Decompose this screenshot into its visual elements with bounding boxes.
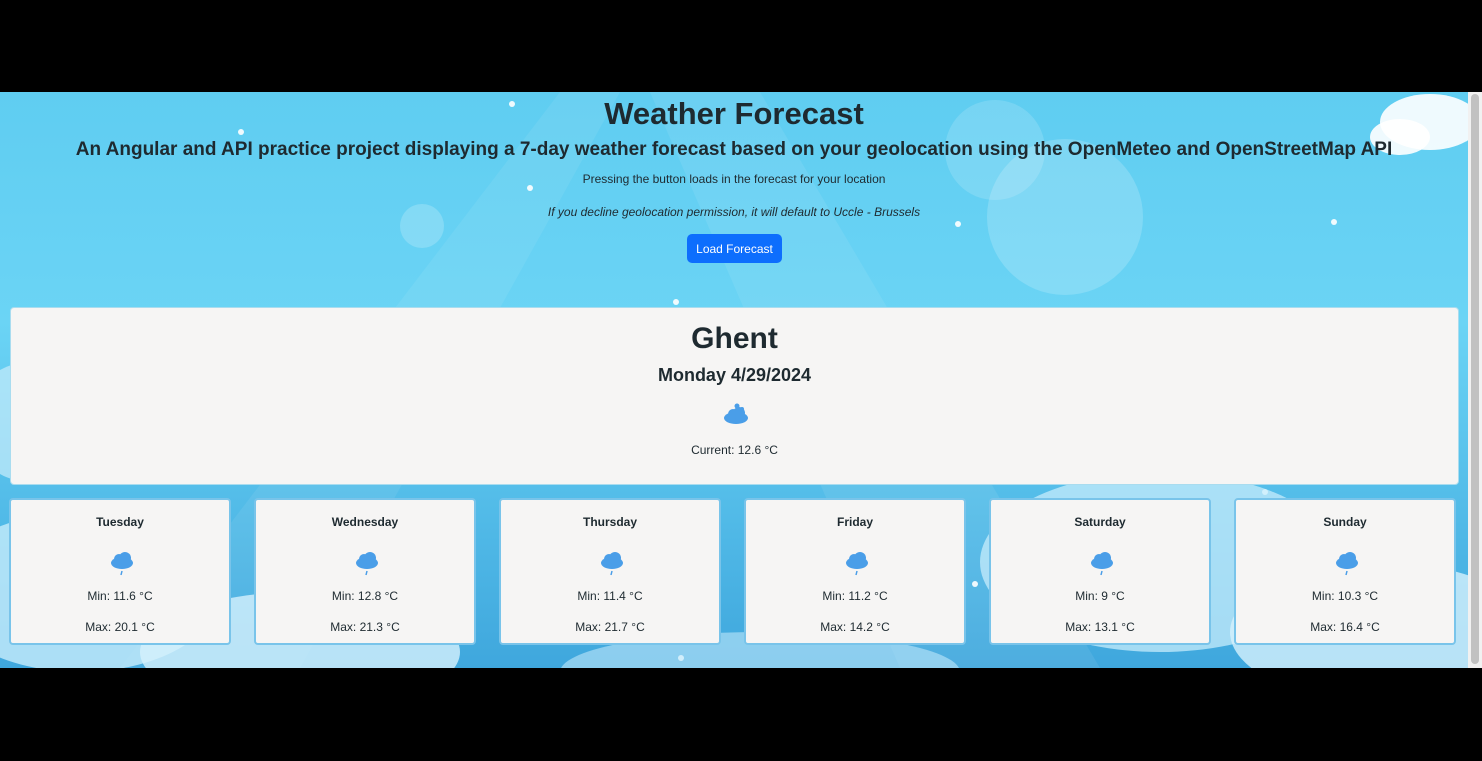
min-temperature: Min: 11.6 °C	[87, 589, 153, 603]
rain-cloud-icon	[846, 552, 868, 576]
min-temperature: Min: 10.3 °C	[1311, 589, 1379, 603]
rain-cloud-icon	[111, 552, 133, 576]
min-temperature: Min: 12.8 °C	[331, 589, 399, 603]
day-name: Sunday	[1323, 515, 1367, 529]
day-card: Saturday Min: 9 °C Max: 13.1 °C	[989, 498, 1211, 645]
rain-cloud-icon	[601, 552, 623, 576]
day-card: Sunday Min: 10.3 °C Max: 16.4 °C	[1234, 498, 1456, 645]
max-temperature: Max: 20.1 °C	[85, 620, 155, 634]
day-name: Wednesday	[331, 515, 399, 529]
current-date: Monday 4/29/2024	[657, 365, 812, 385]
max-temperature: Max: 13.1 °C	[1065, 620, 1135, 634]
instruction-text: Pressing the button loads in the forecas…	[582, 172, 886, 186]
geolocation-note: If you decline geolocation permission, i…	[547, 205, 921, 219]
scrollbar-thumb[interactable]	[1471, 94, 1479, 664]
max-temperature: Max: 14.2 °C	[820, 620, 890, 634]
day-card: Wednesday Min: 12.8 °C Max: 21.3 °C	[254, 498, 476, 645]
current-temperature: Current: 12.6 °C	[691, 443, 778, 457]
min-temperature: Min: 11.4 °C	[577, 589, 643, 603]
max-temperature: Max: 21.7 °C	[575, 620, 645, 634]
day-name: Saturday	[1074, 515, 1126, 529]
max-temperature: Max: 16.4 °C	[1310, 620, 1380, 634]
max-temperature: Max: 21.3 °C	[330, 620, 400, 634]
page-viewport: Weather Forecast An Angular and API prac…	[0, 92, 1468, 668]
day-card: Friday Min: 11.2 °C Max: 14.2 °C	[744, 498, 966, 645]
day-card: Thursday Min: 11.4 °C Max: 21.7 °C	[499, 498, 721, 645]
current-weather-card: Ghent Monday 4/29/2024 Current: 12.6 °C	[10, 307, 1459, 485]
page-subtitle: An Angular and API practice project disp…	[75, 139, 1393, 160]
vertical-scrollbar[interactable]	[1468, 92, 1482, 668]
city-name: Ghent	[691, 322, 778, 355]
page-title: Weather Forecast	[604, 96, 864, 131]
day-name: Thursday	[582, 515, 637, 529]
rain-cloud-icon	[1336, 552, 1358, 576]
rain-cloud-icon	[356, 552, 378, 576]
rain-cloud-icon	[1091, 552, 1113, 576]
day-card: Tuesday Min: 11.6 °C Max: 20.1 °C	[9, 498, 231, 645]
min-temperature: Min: 11.2 °C	[822, 589, 888, 603]
day-name: Tuesday	[96, 515, 144, 529]
load-forecast-button[interactable]: Load Forecast	[687, 234, 782, 263]
min-temperature: Min: 9 °C	[1075, 589, 1125, 603]
partly-cloudy-icon	[724, 403, 748, 424]
day-name: Friday	[836, 515, 873, 529]
